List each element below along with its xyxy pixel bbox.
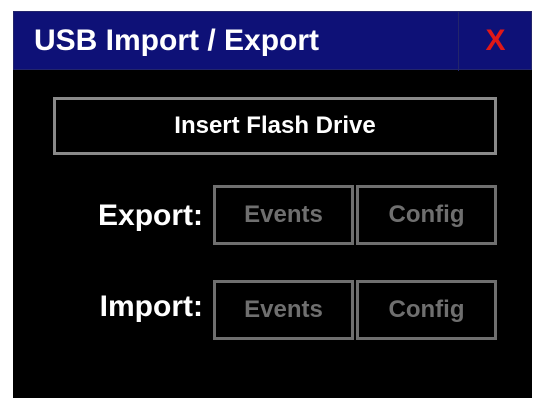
export-config-button[interactable]: Config [356, 185, 497, 245]
close-icon: X [485, 23, 506, 57]
export-events-button[interactable]: Events [213, 185, 354, 245]
export-label: Export: [98, 199, 203, 232]
export-config-label: Config [388, 201, 465, 228]
import-config-button[interactable]: Config [356, 280, 497, 340]
export-events-label: Events [244, 201, 323, 228]
usb-import-export-dialog: USB Import / Export X Insert Flash Drive… [13, 11, 532, 398]
import-events-label: Events [244, 296, 323, 323]
status-message: Insert Flash Drive [174, 112, 376, 139]
import-label: Import: [99, 290, 203, 323]
import-events-button[interactable]: Events [213, 280, 354, 340]
close-button[interactable]: X [459, 12, 532, 69]
status-message-box: Insert Flash Drive [53, 97, 497, 155]
import-config-label: Config [388, 296, 465, 323]
title-bar: USB Import / Export X [13, 11, 532, 71]
dialog-title: USB Import / Export [34, 24, 320, 57]
